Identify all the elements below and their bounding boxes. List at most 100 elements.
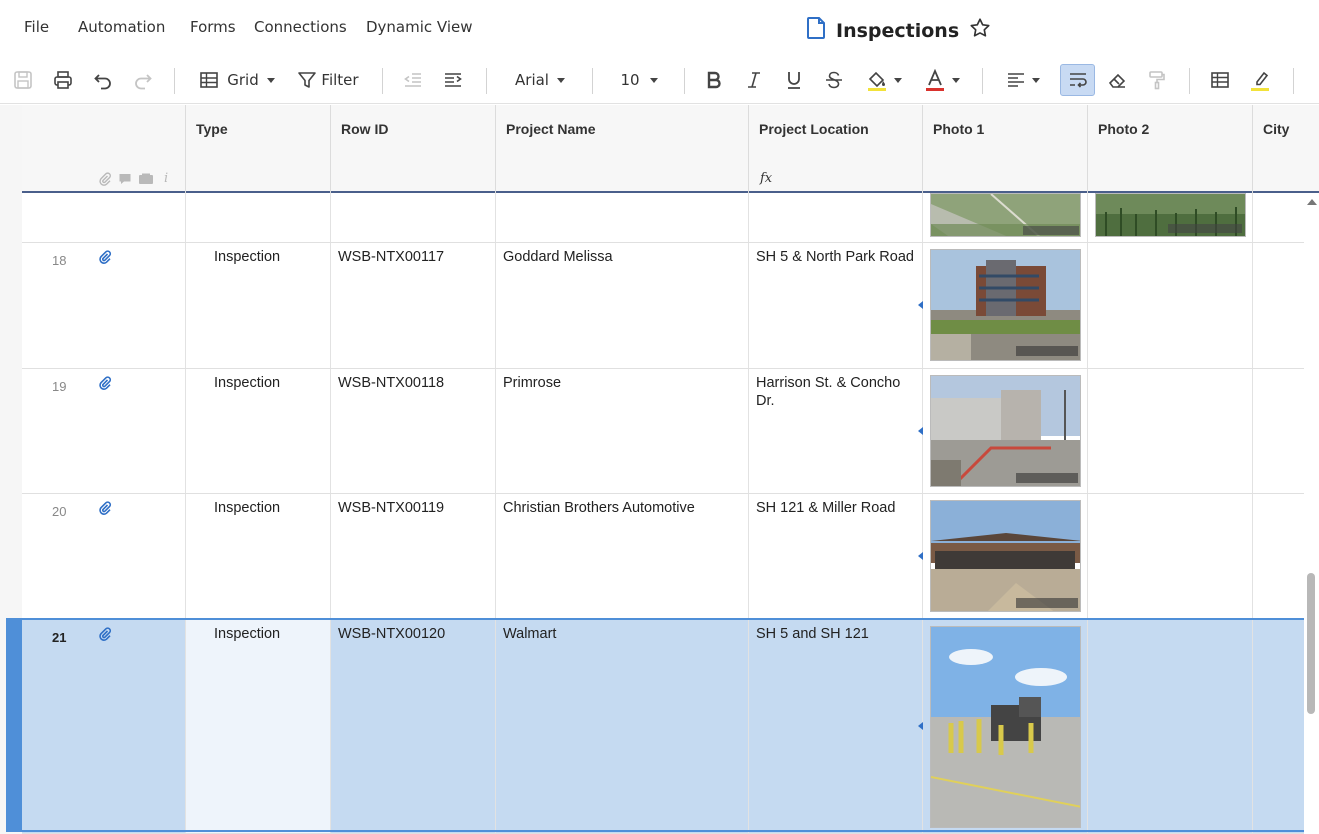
view-switcher[interactable]: Grid (194, 64, 280, 96)
indent-button[interactable] (440, 64, 466, 96)
font-family-select[interactable]: Arial (508, 64, 572, 96)
city-cell[interactable] (1252, 369, 1304, 493)
row-id-cell[interactable]: WSB-NTX00119 (330, 494, 495, 619)
project-name-cell[interactable]: Walmart (495, 620, 748, 833)
column-header-type[interactable]: Type (185, 105, 330, 193)
attachment-icon[interactable] (98, 627, 112, 648)
photo-thumbnail[interactable] (930, 193, 1081, 237)
row-id-cell[interactable]: WSB-NTX00118 (330, 369, 495, 493)
align-left-icon (1008, 73, 1024, 87)
project-name-cell[interactable]: Goddard Melissa (495, 243, 748, 368)
underline-button[interactable] (781, 64, 807, 96)
type-cell[interactable]: Inspection (185, 369, 330, 493)
photo-2-cell[interactable] (1087, 243, 1252, 368)
font-size-select[interactable]: 10 (614, 64, 664, 96)
photo-thumbnail[interactable] (930, 626, 1081, 828)
chevron-down-icon (556, 77, 565, 83)
comment-icon (119, 173, 131, 184)
scrollbar-thumb[interactable] (1307, 573, 1315, 714)
project-location-cell[interactable]: SH 121 & Miller Road (748, 494, 922, 619)
formula-icon: fx (760, 171, 773, 186)
scroll-up-icon[interactable] (1307, 199, 1317, 205)
align-button[interactable] (1001, 64, 1045, 96)
text-color-icon (926, 69, 944, 91)
cell-format-button[interactable] (1207, 64, 1233, 96)
highlighter-icon (1251, 71, 1269, 91)
column-header-row-id[interactable]: Row ID (330, 105, 495, 193)
project-location-cell[interactable] (748, 193, 922, 242)
city-cell[interactable] (1252, 243, 1304, 368)
clear-formatting-button[interactable] (1104, 64, 1130, 96)
italic-button[interactable] (741, 64, 767, 96)
highlight-button[interactable] (1247, 64, 1273, 96)
project-name-cell[interactable] (495, 193, 748, 242)
wrap-text-icon (1069, 73, 1087, 88)
wrap-text-button[interactable] (1060, 64, 1095, 96)
column-header-photo-1[interactable]: Photo 1 (922, 105, 1087, 193)
vertical-scrollbar[interactable] (1304, 193, 1319, 834)
menu-automation[interactable]: Automation (78, 18, 165, 36)
project-name-cell[interactable]: Primrose (495, 369, 748, 493)
photo-2-cell[interactable] (1087, 369, 1252, 493)
row-id-cell[interactable]: WSB-NTX00120 (330, 620, 495, 833)
attachment-icon[interactable] (98, 376, 112, 397)
photo-2-cell[interactable] (1087, 193, 1252, 242)
menu-dynamic-view[interactable]: Dynamic View (366, 18, 473, 36)
filter-button[interactable]: Filter (296, 64, 360, 96)
photo-1-cell[interactable] (922, 193, 1087, 242)
photo-1-cell[interactable] (918, 494, 1087, 619)
strikethrough-button[interactable] (821, 64, 847, 96)
photo-1-cell[interactable] (918, 243, 1087, 368)
menu-connections[interactable]: Connections (254, 18, 347, 36)
format-painter-button[interactable] (1144, 64, 1170, 96)
toolbar-divider (174, 68, 175, 94)
photo-1-cell[interactable] (918, 620, 1087, 833)
table-row-selected[interactable]: 21 Inspection WSB-NTX00120 Walmart SH 5 … (22, 620, 1304, 834)
type-cell[interactable]: Inspection (185, 243, 330, 368)
type-cell[interactable]: Inspection (185, 494, 330, 619)
menu-forms[interactable]: Forms (190, 18, 236, 36)
save-button[interactable] (10, 64, 36, 96)
project-location-cell[interactable]: Harrison St. & Concho Dr. (748, 369, 922, 493)
bold-button[interactable] (701, 64, 727, 96)
project-name-cell[interactable]: Christian Brothers Automotive (495, 494, 748, 619)
photo-thumbnail[interactable] (930, 249, 1081, 361)
table-row[interactable]: 19 Inspection WSB-NTX00118 Primrose Harr… (22, 369, 1304, 494)
fill-color-button[interactable] (862, 64, 906, 96)
toolbar-divider (684, 68, 685, 94)
text-color-button[interactable] (920, 64, 964, 96)
column-header-project-location[interactable]: Project Location (748, 105, 922, 193)
menu-file[interactable]: File (24, 18, 49, 36)
project-location-cell[interactable]: SH 5 and SH 121 (748, 620, 922, 833)
column-header-photo-2[interactable]: Photo 2 (1087, 105, 1252, 193)
attachment-icon[interactable] (98, 501, 112, 522)
city-cell[interactable] (1252, 494, 1304, 619)
project-location-cell[interactable]: SH 5 & North Park Road (748, 243, 922, 368)
column-header-project-name[interactable]: Project Name (495, 105, 748, 193)
photo-1-cell[interactable] (918, 369, 1087, 493)
row-info-icon: i (164, 171, 169, 186)
photo-thumbnail[interactable] (930, 375, 1081, 487)
table-row[interactable]: 20 Inspection WSB-NTX00119 Christian Bro… (22, 494, 1304, 620)
row-id-cell[interactable]: WSB-NTX00117 (330, 243, 495, 368)
outdent-button[interactable] (400, 64, 426, 96)
redo-button[interactable] (130, 64, 156, 96)
type-cell[interactable] (185, 193, 330, 242)
table-row[interactable]: 18 Inspection WSB-NTX00117 Goddard Melis… (22, 243, 1304, 369)
photo-2-cell[interactable] (1087, 494, 1252, 619)
attachment-icon[interactable] (98, 250, 112, 271)
column-header-city[interactable]: City (1252, 105, 1319, 193)
undo-button[interactable] (90, 64, 116, 96)
city-cell[interactable] (1252, 620, 1304, 833)
table-row[interactable] (22, 193, 1304, 243)
photo-2-cell[interactable] (1087, 620, 1252, 833)
row-selection-handle[interactable] (6, 619, 22, 831)
row-id-cell[interactable] (330, 193, 495, 242)
favorite-star-icon[interactable] (969, 17, 991, 44)
photo-thumbnail[interactable] (1095, 193, 1246, 237)
print-button[interactable] (50, 64, 76, 96)
photo-thumbnail[interactable] (930, 500, 1081, 612)
city-cell[interactable] (1252, 193, 1304, 242)
type-cell[interactable]: Inspection (185, 620, 330, 833)
proof-icon (139, 173, 153, 184)
